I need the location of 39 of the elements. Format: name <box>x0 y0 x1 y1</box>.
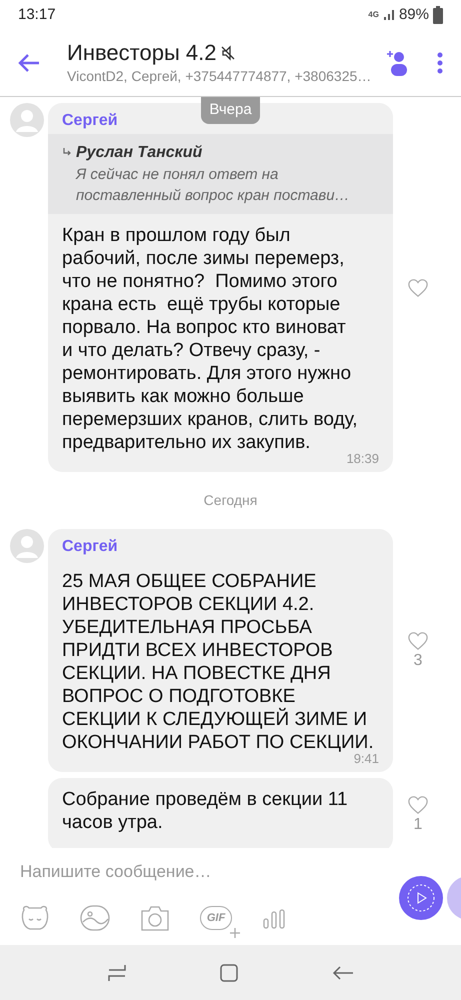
message-input[interactable]: Напишите сообщение… <box>20 848 441 896</box>
avatar-icon[interactable] <box>10 529 44 563</box>
add-participant-icon[interactable] <box>385 49 409 77</box>
reply-arrow-icon <box>62 147 72 157</box>
send-button[interactable] <box>399 876 443 920</box>
audio-bars-icon[interactable] <box>262 907 286 929</box>
message-text: Собрание проведём в секции 11 часов утра. <box>61 788 349 834</box>
camera-icon[interactable] <box>140 905 170 931</box>
quoted-message[interactable]: Руслан Танский Я сейчас не понял ответ на поставленный вопрос кран постави… <box>48 134 393 214</box>
nav-back-icon[interactable] <box>332 964 354 980</box>
message-text: 25 МАЯ ОБЩЕЕ СОБРАНИЕ ИНВЕСТОРОВ СЕКЦИИ 4.2. УБЕДИТЕЛЬНАЯ ПРОСЬБА ПРИДТИ ВСЕХ ИНВЕСТОРОВ СЕКЦИИ. НА ПОВЕСТКЕ ДНЯ ВОПРОС О ПОДГОТОВКЕ СЕКЦИИ К СЛЕДУЮЩЕЙ ЗИМЕ И ОКОНЧАНИИ РАБОТ ПО СЕКЦИИ. <box>61 570 375 754</box>
sender-name: Сергей <box>62 537 118 556</box>
message-time: 9:41 <box>354 750 379 768</box>
quote-text: Я сейчас не понял ответ на поставленный вопрос кран постави… <box>76 165 350 206</box>
network-label: 4G <box>368 9 379 21</box>
home-icon[interactable] <box>220 964 238 982</box>
sender-name: Сергей <box>62 111 118 130</box>
image-icon[interactable] <box>80 905 110 931</box>
heart-icon[interactable] <box>407 795 429 815</box>
chat-participants: VicontD2, Сергей, +375447774877, +3806325… <box>67 66 372 86</box>
recent-apps-icon[interactable] <box>106 964 127 982</box>
heart-icon[interactable] <box>407 278 429 298</box>
plus-icon <box>230 928 240 938</box>
sticky-date-label: Вчера <box>201 97 260 124</box>
chat-title: Инвесторы 4.2 <box>67 40 216 66</box>
battery-level: 89% <box>398 4 429 25</box>
like-count: 1 <box>414 815 422 835</box>
battery-icon <box>433 6 443 24</box>
quote-author: Руслан Танский <box>76 143 204 163</box>
back-arrow-icon[interactable] <box>18 53 40 73</box>
more-options-icon[interactable] <box>437 52 443 74</box>
like-count: 3 <box>414 650 422 670</box>
avatar-icon[interactable] <box>10 103 44 137</box>
date-separator: Сегодня <box>204 491 258 510</box>
heart-icon[interactable] <box>407 630 429 650</box>
signal-icon <box>382 9 395 21</box>
status-time: 13:17 <box>18 4 56 25</box>
sticker-icon[interactable] <box>20 905 50 931</box>
play-icon <box>406 883 436 913</box>
